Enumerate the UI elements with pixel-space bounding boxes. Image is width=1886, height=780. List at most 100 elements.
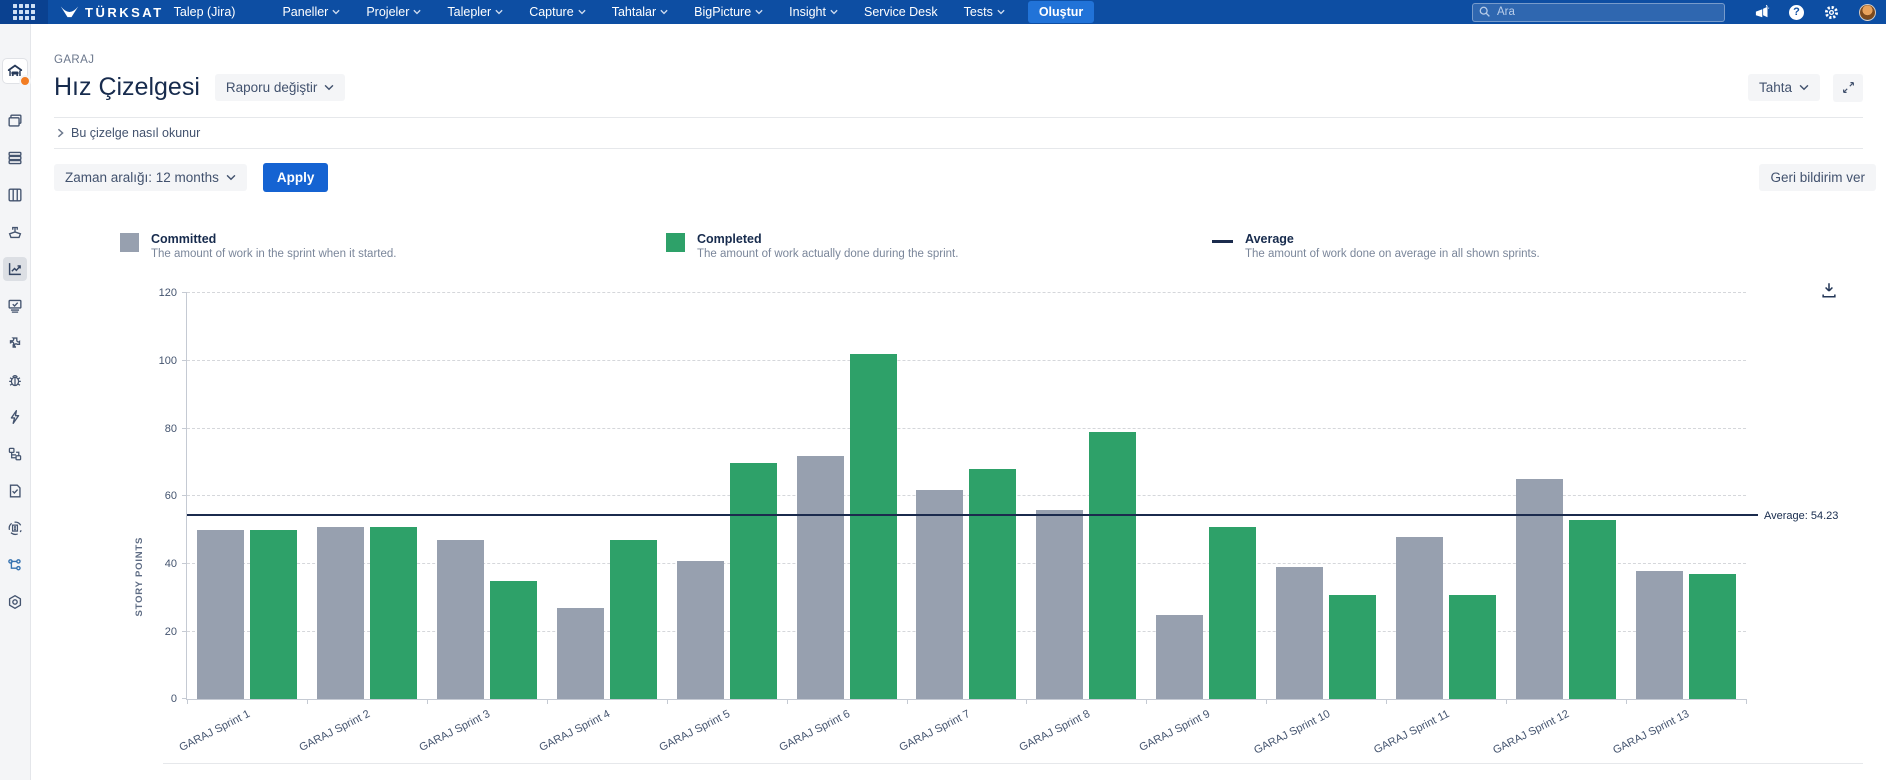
document-check-icon bbox=[6, 482, 24, 500]
apply-button[interactable]: Apply bbox=[263, 163, 329, 192]
time-range-dropdown[interactable]: Zaman aralığı: 12 months bbox=[54, 164, 247, 191]
settings-button[interactable] bbox=[1823, 4, 1840, 21]
committed-bar[interactable] bbox=[1036, 510, 1083, 699]
turksat-logo-text: TÜRKSAT bbox=[85, 5, 164, 20]
x-tick-mark bbox=[667, 699, 668, 704]
nav-item-talepler[interactable]: Talepler bbox=[434, 0, 516, 24]
completed-bar[interactable] bbox=[610, 540, 657, 699]
committed-bar[interactable] bbox=[916, 490, 963, 700]
completed-bar[interactable] bbox=[1689, 574, 1736, 699]
nav-item-bigpicture[interactable]: BigPicture bbox=[681, 0, 776, 24]
change-report-button[interactable]: Raporu değiştir bbox=[215, 74, 346, 101]
feedback-button[interactable]: Geri bildirim ver bbox=[1759, 164, 1876, 191]
x-tick-mark bbox=[1146, 699, 1147, 704]
nav-item-insight[interactable]: Insight bbox=[776, 0, 851, 24]
announcements-button[interactable] bbox=[1753, 4, 1770, 20]
sidebar-item-boards[interactable] bbox=[3, 109, 27, 133]
section-divider bbox=[54, 148, 1863, 149]
x-axis-label: GARAJ Sprint 13 bbox=[1611, 708, 1691, 757]
nav-item-capture[interactable]: Capture bbox=[516, 0, 598, 24]
committed-bar[interactable] bbox=[557, 608, 604, 699]
completed-bar[interactable] bbox=[850, 354, 897, 699]
bar-group-sprint-10: GARAJ Sprint 10 bbox=[1266, 293, 1386, 699]
sidebar-item-tests[interactable] bbox=[3, 479, 27, 503]
committed-bar[interactable] bbox=[317, 527, 364, 700]
monitor-check-icon bbox=[6, 297, 24, 315]
how-to-read-label: Bu çizelge nasıl okunur bbox=[71, 126, 200, 140]
title-row: Hız Çizelgesi Raporu değiştir Tahta bbox=[54, 73, 1863, 102]
sidebar-item-automation[interactable] bbox=[3, 405, 27, 429]
committed-bar[interactable] bbox=[797, 456, 844, 700]
sidebar-item-reports[interactable] bbox=[3, 257, 27, 281]
download-chart-button[interactable] bbox=[1820, 281, 1838, 302]
nav-item-projeler[interactable]: Projeler bbox=[353, 0, 434, 24]
y-tick-label: 100 bbox=[159, 355, 177, 367]
board-switcher-button[interactable]: Tahta bbox=[1748, 74, 1820, 101]
sidebar-item-releases[interactable] bbox=[3, 220, 27, 244]
committed-bar[interactable] bbox=[1156, 615, 1203, 700]
create-button[interactable]: Oluştur bbox=[1028, 1, 1094, 23]
bar-group-sprint-2: GARAJ Sprint 2 bbox=[307, 293, 427, 699]
committed-bar[interactable] bbox=[1276, 567, 1323, 699]
committed-bar[interactable] bbox=[1636, 571, 1683, 700]
committed-bar[interactable] bbox=[197, 530, 244, 699]
how-to-read-toggle[interactable]: Bu çizelge nasıl okunur bbox=[54, 118, 1863, 148]
filter-row: Zaman aralığı: 12 months Apply Geri bild… bbox=[54, 163, 1863, 192]
average-line-label: Average: 54.23 bbox=[1764, 510, 1838, 522]
bar-group-sprint-1: GARAJ Sprint 1 bbox=[187, 293, 307, 699]
x-tick-mark bbox=[547, 699, 548, 704]
committed-bar[interactable] bbox=[1516, 479, 1563, 699]
committed-bar[interactable] bbox=[437, 540, 484, 699]
nav-item-service-desk[interactable]: Service Desk bbox=[851, 0, 951, 24]
legend-name: Committed bbox=[151, 232, 396, 246]
x-axis-label: GARAJ Sprint 7 bbox=[897, 708, 972, 754]
sidebar-item-tree[interactable] bbox=[3, 553, 27, 577]
building-sync-icon bbox=[6, 519, 24, 537]
completed-bar[interactable] bbox=[490, 581, 537, 699]
sidebar-item-addons[interactable] bbox=[3, 331, 27, 355]
sidebar-item-queues[interactable] bbox=[3, 294, 27, 318]
sidebar-item-settings[interactable] bbox=[3, 590, 27, 614]
search-input[interactable] bbox=[1472, 3, 1725, 22]
x-tick-mark bbox=[1506, 699, 1507, 704]
completed-bar[interactable] bbox=[1209, 527, 1256, 700]
sidebar-item-bigpicture[interactable] bbox=[3, 516, 27, 540]
app-switcher-button[interactable] bbox=[0, 0, 48, 24]
x-axis-label: GARAJ Sprint 12 bbox=[1491, 708, 1571, 757]
nav-item-label: Service Desk bbox=[864, 5, 938, 19]
chevron-down-icon bbox=[660, 9, 668, 15]
sidebar-item-backlog[interactable] bbox=[3, 146, 27, 170]
completed-bar[interactable] bbox=[1569, 520, 1616, 699]
fullscreen-button[interactable] bbox=[1833, 74, 1863, 102]
committed-bar[interactable] bbox=[677, 561, 724, 700]
sidebar-item-active-sprint[interactable] bbox=[3, 183, 27, 207]
x-axis-label: GARAJ Sprint 9 bbox=[1137, 708, 1212, 754]
bar-group-sprint-9: GARAJ Sprint 9 bbox=[1146, 293, 1266, 699]
nav-item-tests[interactable]: Tests bbox=[951, 0, 1018, 24]
completed-bar[interactable] bbox=[250, 530, 297, 699]
chevron-down-icon bbox=[578, 9, 586, 15]
completed-bar[interactable] bbox=[730, 463, 777, 700]
nav-item-label: Insight bbox=[789, 5, 826, 19]
x-tick-mark bbox=[907, 699, 908, 704]
x-tick-mark bbox=[307, 699, 308, 704]
user-avatar[interactable] bbox=[1859, 4, 1876, 21]
x-tick-mark bbox=[187, 699, 188, 704]
turksat-logo[interactable]: TÜRKSAT bbox=[60, 5, 164, 20]
completed-bar[interactable] bbox=[370, 527, 417, 700]
project-avatar[interactable] bbox=[2, 58, 28, 84]
completed-bar[interactable] bbox=[1089, 432, 1136, 699]
legend-item-committed: CommittedThe amount of work in the sprin… bbox=[120, 232, 666, 260]
nav-item-paneller[interactable]: Paneller bbox=[269, 0, 353, 24]
nav-item-tahtalar[interactable]: Tahtalar bbox=[599, 0, 681, 24]
x-tick-mark bbox=[1746, 699, 1747, 704]
bars-row: GARAJ Sprint 1GARAJ Sprint 2 GARAJ Sprint… bbox=[187, 293, 1746, 699]
breadcrumb[interactable]: GARAJ bbox=[54, 54, 1863, 66]
completed-bar[interactable] bbox=[1449, 595, 1496, 700]
sidebar-item-structure[interactable] bbox=[3, 442, 27, 466]
sidebar-item-bug[interactable] bbox=[3, 368, 27, 392]
help-button[interactable]: ? bbox=[1789, 5, 1804, 20]
committed-bar[interactable] bbox=[1396, 537, 1443, 699]
completed-bar[interactable] bbox=[1329, 595, 1376, 700]
completed-bar[interactable] bbox=[969, 469, 1016, 699]
